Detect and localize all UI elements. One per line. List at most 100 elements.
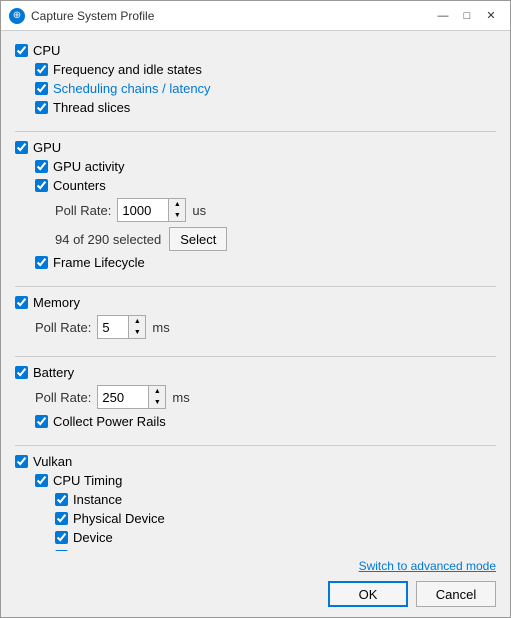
select-button[interactable]: Select: [169, 227, 227, 251]
scheduling-checkbox[interactable]: [35, 82, 48, 95]
capture-system-profile-window: ⊕ Capture System Profile — □ ✕ CPU Frequ…: [0, 0, 511, 618]
counters-checkbox[interactable]: [35, 179, 48, 192]
frequency-checkbox[interactable]: [35, 63, 48, 76]
gpu-poll-rate-label: Poll Rate:: [55, 203, 111, 218]
cpu-children: Frequency and idle states Scheduling cha…: [35, 60, 496, 117]
gpu-section: GPU GPU activity Counters Poll Rate:: [15, 138, 496, 276]
gpu-header: GPU: [15, 138, 496, 157]
collect-power-rails-checkbox[interactable]: [35, 415, 48, 428]
memory-poll-rate-input[interactable]: [98, 316, 128, 338]
battery-checkbox[interactable]: [15, 366, 28, 379]
gpu-checkbox[interactable]: [15, 141, 28, 154]
battery-poll-rate-label: Poll Rate:: [35, 390, 91, 405]
vulkan-header: Vulkan: [15, 452, 496, 471]
memory-spinner-buttons: ▲ ▼: [128, 316, 145, 338]
frequency-label: Frequency and idle states: [53, 62, 202, 77]
cpu-timing-label: CPU Timing: [53, 473, 122, 488]
memory-children: Poll Rate: ▲ ▼ ms: [35, 312, 496, 342]
device-label: Device: [73, 530, 113, 545]
device-checkbox[interactable]: [55, 531, 68, 544]
cpu-header: CPU: [15, 41, 496, 60]
cpu-timing-children: Instance Physical Device Device Queue: [55, 490, 496, 551]
vulkan-section: Vulkan CPU Timing Instance Physical Devi…: [15, 452, 496, 551]
cpu-checkbox[interactable]: [15, 44, 28, 57]
cpu-timing-row: CPU Timing: [35, 471, 496, 490]
gpu-spinner-buttons: ▲ ▼: [168, 199, 185, 221]
footer-top: Switch to advanced mode: [15, 559, 496, 573]
counters-select-row: 94 of 290 selected Select: [55, 225, 496, 253]
memory-poll-rate-row: Poll Rate: ▲ ▼ ms: [35, 312, 496, 342]
physical-device-label: Physical Device: [73, 511, 165, 526]
vulkan-children: CPU Timing Instance Physical Device Devi…: [35, 471, 496, 551]
gpu-poll-rate-spinner: ▲ ▼: [117, 198, 186, 222]
memory-divider: [15, 356, 496, 357]
memory-poll-rate-label: Poll Rate:: [35, 320, 91, 335]
memory-checkbox[interactable]: [15, 296, 28, 309]
window-title: Capture System Profile: [31, 9, 432, 23]
gpu-activity-checkbox[interactable]: [35, 160, 48, 173]
memory-poll-rate-down[interactable]: ▼: [129, 327, 145, 338]
cpu-label: CPU: [33, 43, 60, 58]
cpu-section: CPU Frequency and idle states Scheduling…: [15, 41, 496, 121]
memory-section: Memory Poll Rate: ▲ ▼ ms: [15, 293, 496, 346]
titlebar-buttons: — □ ✕: [432, 7, 502, 25]
counters-label: Counters: [53, 178, 106, 193]
instance-checkbox[interactable]: [55, 493, 68, 506]
physical-device-row: Physical Device: [55, 509, 496, 528]
thread-slices-checkbox[interactable]: [35, 101, 48, 114]
gpu-poll-rate-input[interactable]: [118, 199, 168, 221]
collect-power-rails-label: Collect Power Rails: [53, 414, 166, 429]
counters-row: Counters: [35, 176, 496, 195]
vulkan-checkbox[interactable]: [15, 455, 28, 468]
device-row: Device: [55, 528, 496, 547]
frame-lifecycle-checkbox[interactable]: [35, 256, 48, 269]
main-content: CPU Frequency and idle states Scheduling…: [1, 31, 510, 551]
scheduling-label: Scheduling chains / latency: [53, 81, 211, 96]
battery-divider: [15, 445, 496, 446]
gpu-activity-row: GPU activity: [35, 157, 496, 176]
battery-children: Poll Rate: ▲ ▼ ms Collect Power Rails: [35, 382, 496, 431]
physical-device-checkbox[interactable]: [55, 512, 68, 525]
gpu-poll-rate-up[interactable]: ▲: [169, 199, 185, 210]
ok-button[interactable]: OK: [328, 581, 408, 607]
battery-poll-rate-unit: ms: [172, 390, 189, 405]
battery-poll-rate-spinner: ▲ ▼: [97, 385, 166, 409]
cancel-button[interactable]: Cancel: [416, 581, 496, 607]
cpu-timing-checkbox[interactable]: [35, 474, 48, 487]
battery-poll-rate-row: Poll Rate: ▲ ▼ ms: [35, 382, 496, 412]
cpu-divider: [15, 131, 496, 132]
instance-row: Instance: [55, 490, 496, 509]
thread-slices-row: Thread slices: [35, 98, 496, 117]
window-icon: ⊕: [9, 8, 25, 24]
footer-buttons: OK Cancel: [15, 581, 496, 607]
restore-button[interactable]: □: [456, 7, 478, 25]
collect-power-rails-row: Collect Power Rails: [35, 412, 496, 431]
memory-poll-rate-up[interactable]: ▲: [129, 316, 145, 327]
switch-advanced-mode-link[interactable]: Switch to advanced mode: [359, 559, 496, 573]
memory-poll-rate-unit: ms: [152, 320, 169, 335]
battery-poll-rate-down[interactable]: ▼: [149, 397, 165, 408]
minimize-button[interactable]: —: [432, 7, 454, 25]
vulkan-label: Vulkan: [33, 454, 72, 469]
gpu-poll-rate-unit: us: [192, 203, 206, 218]
gpu-activity-label: GPU activity: [53, 159, 125, 174]
thread-slices-label: Thread slices: [53, 100, 130, 115]
battery-label: Battery: [33, 365, 74, 380]
gpu-children: GPU activity Counters Poll Rate: ▲ ▼: [35, 157, 496, 272]
battery-poll-rate-input[interactable]: [98, 386, 148, 408]
memory-poll-rate-spinner: ▲ ▼: [97, 315, 146, 339]
memory-header: Memory: [15, 293, 496, 312]
titlebar: ⊕ Capture System Profile — □ ✕: [1, 1, 510, 31]
gpu-divider: [15, 286, 496, 287]
battery-poll-rate-up[interactable]: ▲: [149, 386, 165, 397]
close-button[interactable]: ✕: [480, 7, 502, 25]
gpu-label: GPU: [33, 140, 61, 155]
battery-spinner-buttons: ▲ ▼: [148, 386, 165, 408]
frame-lifecycle-row: Frame Lifecycle: [35, 253, 496, 272]
frequency-row: Frequency and idle states: [35, 60, 496, 79]
gpu-poll-rate-down[interactable]: ▼: [169, 210, 185, 221]
selected-count: 94 of 290 selected: [55, 232, 161, 247]
battery-header: Battery: [15, 363, 496, 382]
gpu-poll-rate-row: Poll Rate: ▲ ▼ us: [55, 195, 496, 225]
memory-label: Memory: [33, 295, 80, 310]
